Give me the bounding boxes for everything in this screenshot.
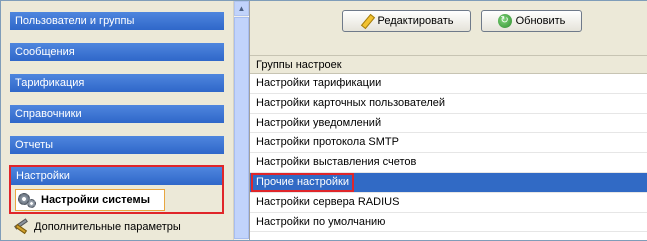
sidebar-item-additional-params[interactable]: Дополнительные параметры xyxy=(13,217,181,237)
table-row[interactable]: Настройки сервера RADIUS xyxy=(250,193,647,213)
selected-row-highlight: Прочие настройки xyxy=(251,172,355,192)
content-panel: Редактировать ↻ Обновить Группы настроек… xyxy=(249,1,647,240)
scroll-up-arrow-icon[interactable]: ▲ xyxy=(234,1,249,16)
scroll-thumb[interactable] xyxy=(234,17,249,239)
settings-group-highlight: Настройки Настройки системы xyxy=(9,165,224,214)
table-row[interactable]: Настройки карточных пользователей xyxy=(250,94,647,114)
table-row[interactable]: Настройки выставления счетов xyxy=(250,153,647,173)
sidebar-section-users[interactable]: Пользователи и группы xyxy=(10,12,224,30)
table-row[interactable]: Настройки протокола SMTP xyxy=(250,133,647,154)
sidebar-item-label: Дополнительные параметры xyxy=(34,221,181,233)
sidebar-section-reports[interactable]: Отчеты xyxy=(10,136,224,154)
table-row[interactable]: Настройки уведомлений xyxy=(250,114,647,134)
table-row[interactable]: Настройки по умолчанию xyxy=(250,213,647,233)
pencil-icon xyxy=(360,14,374,28)
gear-icon xyxy=(18,191,36,209)
sidebar-scrollbar[interactable]: ▲ xyxy=(233,1,249,240)
sidebar-section-billing[interactable]: Тарификация xyxy=(10,74,224,92)
edit-button[interactable]: Редактировать xyxy=(342,10,471,32)
refresh-icon: ↻ xyxy=(497,14,512,28)
table-row[interactable]: Настройки тарификации xyxy=(250,74,647,94)
sidebar-item-system-settings[interactable]: Настройки системы xyxy=(15,189,165,211)
edit-button-label: Редактировать xyxy=(377,15,454,27)
table-header[interactable]: Группы настроек xyxy=(250,55,647,74)
refresh-button[interactable]: ↻ Обновить xyxy=(481,10,582,32)
sidebar-section-directories[interactable]: Справочники xyxy=(10,105,224,123)
sidebar-section-settings[interactable]: Настройки xyxy=(11,167,222,185)
refresh-button-label: Обновить xyxy=(515,15,566,27)
sidebar-item-label: Настройки системы xyxy=(41,194,150,206)
settings-groups-table: Группы настроек Настройки тарификации На… xyxy=(250,55,647,240)
table-row-selected[interactable]: Прочие настройки xyxy=(250,172,647,193)
sidebar-section-messages[interactable]: Сообщения xyxy=(10,43,224,61)
sidebar: Пользователи и группы Сообщения Тарифика… xyxy=(1,1,233,240)
tools-icon xyxy=(13,218,29,235)
toolbar: Редактировать ↻ Обновить xyxy=(250,1,647,55)
